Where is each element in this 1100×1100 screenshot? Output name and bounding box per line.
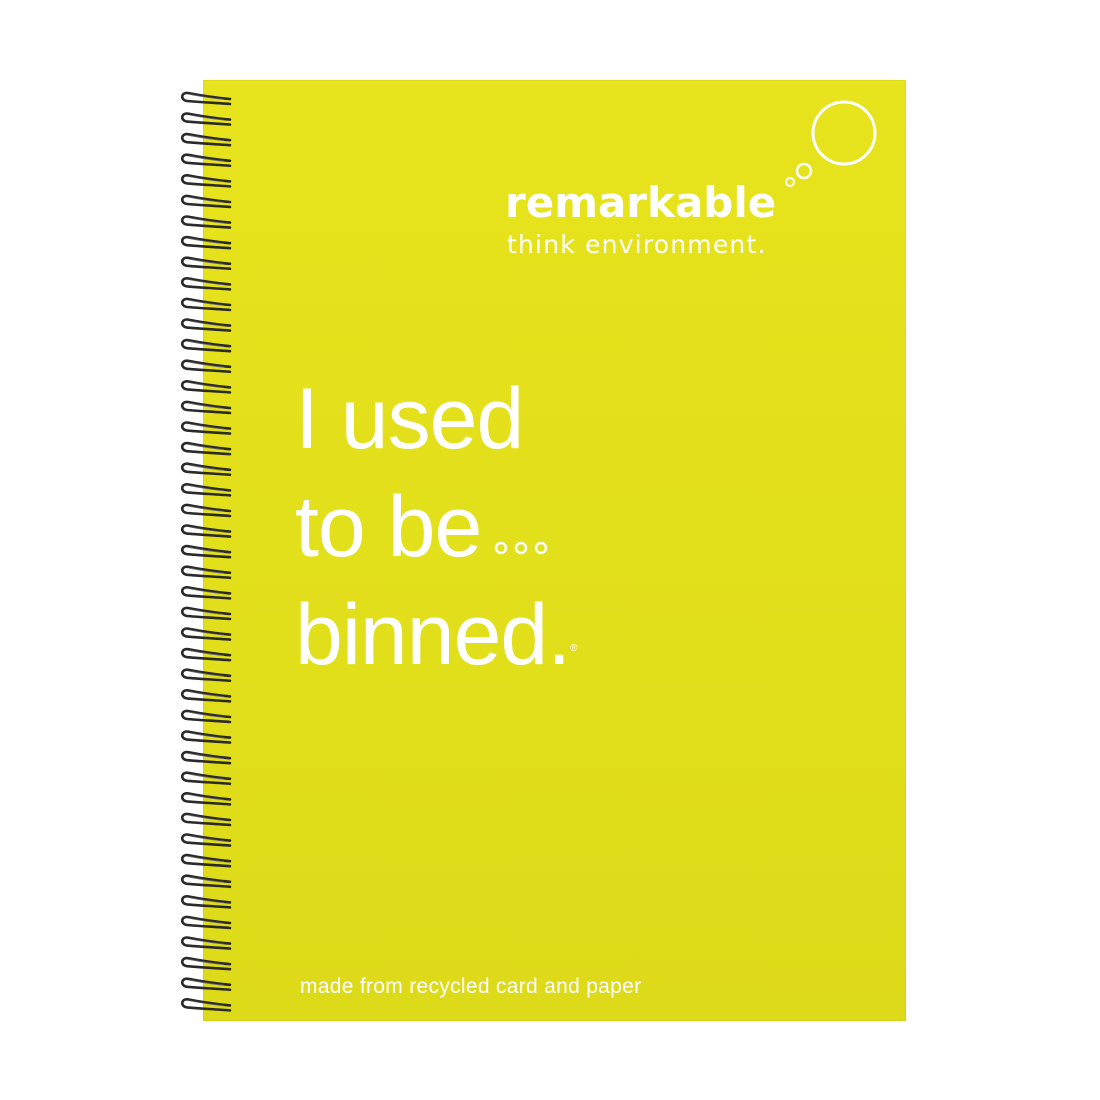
spiral-coil [180,874,232,889]
brand-name: remarkable [505,178,777,227]
spiral-coil [180,956,232,971]
spiral-coil [180,730,232,744]
spiral-coil [180,936,232,950]
headline-line-2: to be [295,473,577,581]
spiral-coil [180,380,232,394]
spiral-coil [180,915,232,930]
spiral-coil [180,792,232,806]
spiral-coil [180,812,232,827]
spiral-coil [180,750,232,765]
headline-line-3-text: binned. [295,587,571,683]
brand-tagline: think environment. [507,230,767,259]
spiral-coil [180,627,232,641]
spiral-coil [180,174,232,188]
spiral-coil [180,338,232,353]
headline-line-3: binned.® [295,581,578,689]
spiral-coil [180,297,232,312]
spiral-coil [180,256,232,271]
spiral-coil [180,215,232,229]
thought-bubble-logo [785,100,877,187]
spiral-coil [180,112,232,126]
spiral-coil [180,895,232,909]
spiral-coil [180,441,232,456]
headline-line-1: I used [295,371,524,467]
spiral-coil [180,194,232,209]
spiral-coil [180,359,232,374]
recycled-note: made from recycled card and paper [300,975,642,998]
spiral-coil [180,235,232,250]
product-photo: remarkable think environment. I used to … [0,0,1100,1100]
headline-line-2-text: to be [295,479,482,575]
spiral-coil [180,977,232,992]
spiral-coil [180,503,232,518]
spiral-coil [180,91,232,106]
spiral-coil [180,544,232,559]
spiral-coil [180,483,232,497]
cover-headline: I used to be binned.® [295,365,578,689]
spiral-coil [180,668,232,683]
spiral-coil [180,606,232,621]
spiral-coil [180,277,232,291]
spiral-coil [180,709,232,724]
spiral-coil [180,132,232,147]
spiral-coil [180,853,232,868]
ellipsis-bubbles-icon [495,541,548,555]
spiral-coil [180,833,232,847]
spiral-coil [180,689,232,703]
spiral-coil [180,153,232,168]
spiral-coil [180,586,232,600]
spiral-coil [180,771,232,786]
spiral-coil [180,565,232,580]
spiral-coil [180,524,232,538]
spiral-coil [180,998,232,1012]
registered-mark: ® [570,643,577,654]
spiral-coil [180,400,232,415]
spiral-coil [180,421,232,435]
spiral-coil [180,647,232,662]
spiral-coil [180,318,232,332]
spiral-coil [180,462,232,477]
spiral-binding [180,91,232,1012]
